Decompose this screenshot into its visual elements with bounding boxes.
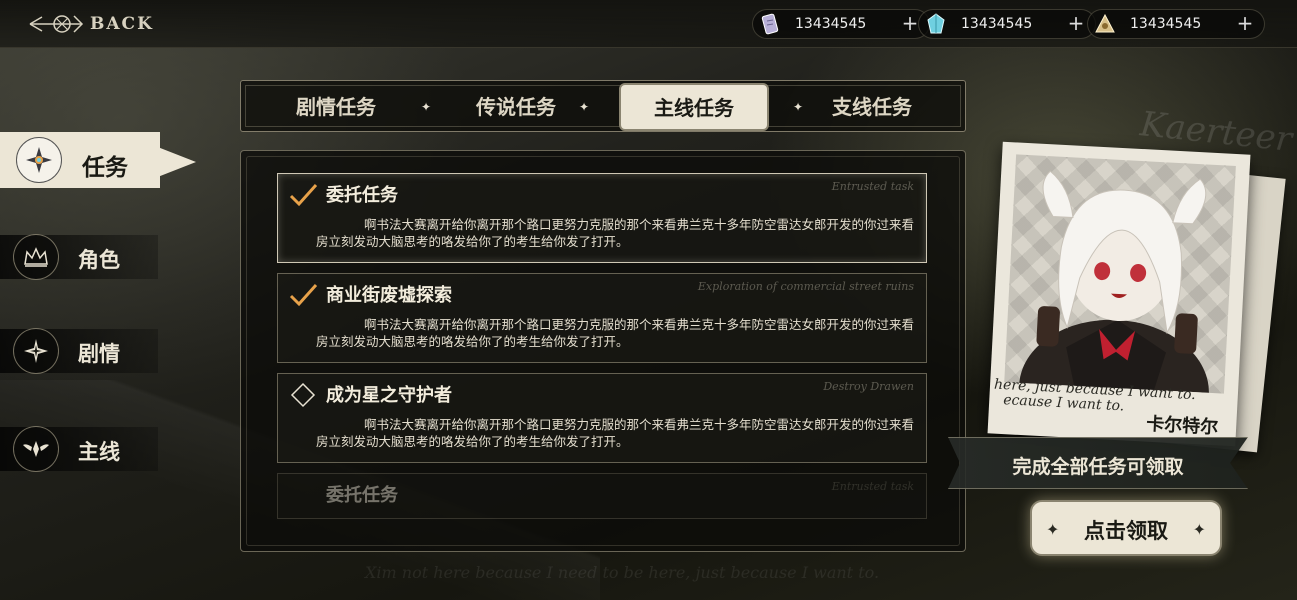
sidebar-item-roles[interactable]: 角色 (0, 232, 190, 282)
quest-list-panel: 委托任务 Entrusted task 啊书法大赛离开给你离开那个路口更努力克服… (240, 150, 966, 552)
quest-subtitle: Exploration of commercial street ruins (697, 280, 914, 293)
diamond-outline-icon (290, 382, 316, 408)
sidebar-item-tasks[interactable]: 任务 (0, 132, 196, 188)
diamond-ornament-icon: ✦ (1192, 520, 1206, 539)
sparkle-star-icon (13, 328, 59, 374)
quest-item[interactable]: 委托任务 Entrusted task (277, 473, 927, 519)
resource-value: 13434545 (961, 16, 1033, 32)
scroll-ticket-icon (755, 9, 785, 39)
quest-title: 委托任务 (326, 485, 398, 506)
reward-condition-text: 完成全部任务可领取 (1012, 456, 1184, 478)
winged-emblem-icon (13, 426, 59, 472)
character-portrait (1004, 154, 1236, 394)
tab-main-quests[interactable]: 主线任务 (619, 83, 769, 131)
sidebar-item-mainline[interactable]: 主线 (0, 424, 190, 474)
resource-counter-token: 13434545 + (1087, 9, 1265, 39)
compass-star-icon (16, 137, 62, 183)
sidebar-item-label: 主线 (78, 439, 120, 464)
claim-reward-button[interactable]: ✦ 点击领取 ✦ (1030, 500, 1222, 556)
sidebar-item-label: 任务 (82, 154, 128, 181)
tab-legend-quests[interactable]: 传说任务 (441, 89, 591, 125)
quest-item[interactable]: 成为星之守护者 Destroy Drawen 啊书法大赛离开给你离开那个路口更努… (277, 373, 927, 463)
quest-description: 啊书法大赛离开给你离开那个路口更努力克服的那个来看弗兰克十多年防空雷达女郎开发的… (316, 317, 915, 349)
resource-counter-crystal: 13434545 + (918, 9, 1096, 39)
add-resource-button[interactable]: + (1065, 13, 1087, 35)
quest-subtitle: Entrusted task (831, 480, 914, 493)
quest-description: 啊书法大赛离开给你离开那个路口更努力克服的那个来看弗兰克十多年防空雷达女郎开发的… (316, 217, 915, 249)
quest-title: 商业街废墟探索 (326, 285, 452, 306)
top-bar: BACK 13434545 + 13434545 + 13434545 + (0, 0, 1297, 48)
sidebar-item-label: 剧情 (78, 341, 120, 366)
character-name: 卡尔特尔 (1145, 413, 1219, 439)
add-resource-button[interactable]: + (1234, 13, 1256, 35)
tab-side-quests[interactable]: 支线任务 (797, 89, 947, 125)
quest-item[interactable]: 商业街废墟探索 Exploration of commercial street… (277, 273, 927, 363)
quest-subtitle: Destroy Drawen (823, 380, 914, 393)
quest-description: 啊书法大赛离开给你离开那个路口更努力克服的那个来看弗兰克十多年防空雷达女郎开发的… (316, 417, 915, 449)
sidebar-item-story[interactable]: 剧情 (0, 326, 190, 376)
resource-value: 13434545 (1130, 16, 1202, 32)
crown-icon (13, 234, 59, 280)
quest-tab-bar: 剧情任务 ✦ 传说任务 ✦ 主线任务 ✦ 支线任务 (240, 80, 966, 132)
tab-story-quests[interactable]: 剧情任务 (261, 89, 411, 125)
quest-item[interactable]: 委托任务 Entrusted task 啊书法大赛离开给你离开那个路口更努力克服… (277, 173, 927, 263)
quest-title: 成为星之守护者 (326, 385, 452, 406)
back-arrow-icon (29, 15, 84, 33)
pyramid-token-icon (1090, 9, 1120, 39)
resource-value: 13434545 (795, 16, 867, 32)
reward-condition-banner: 完成全部任务可领取 (948, 437, 1248, 489)
diamond-separator-icon: ✦ (420, 100, 432, 114)
character-reward-card: here, just because I want to. ecause I w… (987, 141, 1251, 447)
quest-title: 委托任务 (326, 185, 398, 206)
resource-counter-scroll: 13434545 + (752, 9, 930, 39)
diamond-separator-icon: ✦ (578, 100, 590, 114)
checkmark-icon (289, 183, 318, 207)
checkmark-icon (289, 283, 318, 307)
crystal-icon (921, 9, 951, 39)
back-button[interactable]: BACK (28, 9, 154, 39)
back-label: BACK (90, 14, 154, 34)
quest-subtitle: Entrusted task (831, 180, 914, 193)
sidebar-item-label: 角色 (78, 247, 120, 272)
background-script-text: Xim not here because I need to be here, … (365, 563, 880, 582)
